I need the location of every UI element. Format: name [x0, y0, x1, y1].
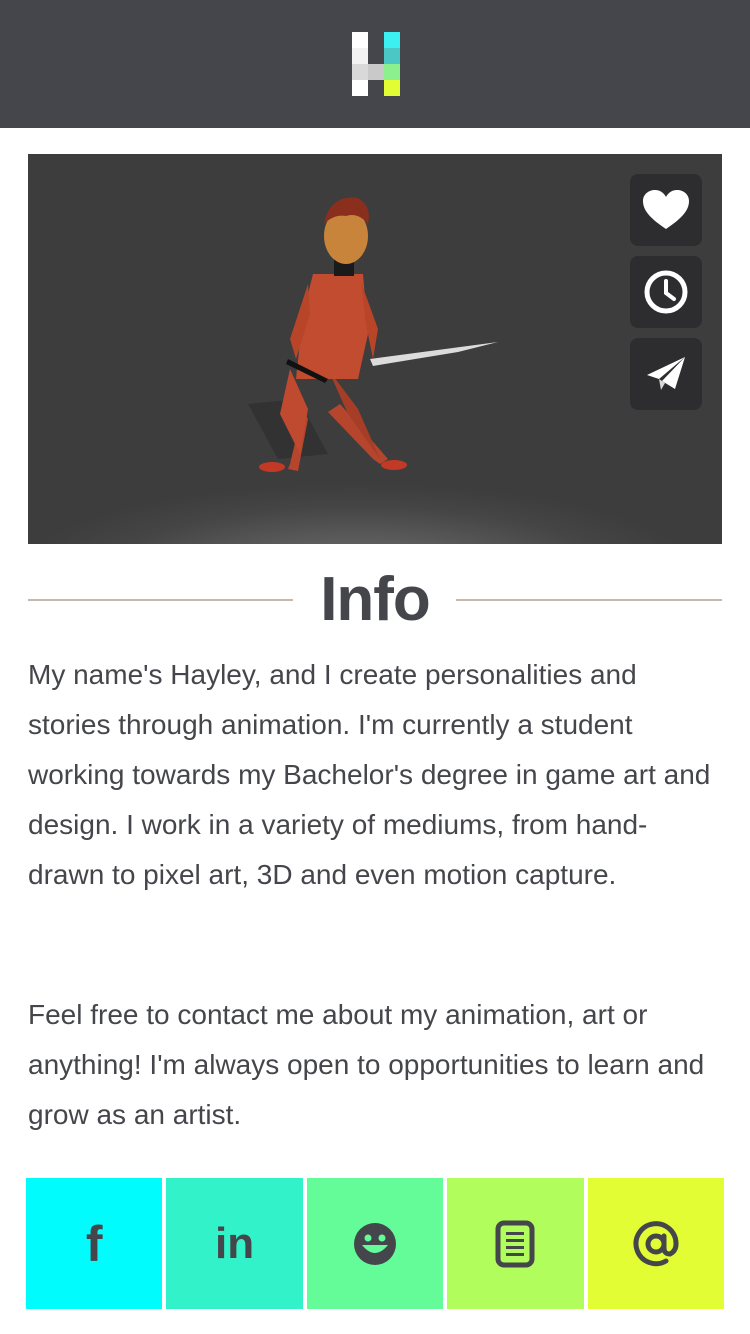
animated-character-with-sword: [248, 197, 498, 472]
email-link[interactable]: [587, 1178, 725, 1309]
facebook-icon: f: [85, 1215, 103, 1272]
divider-right: [456, 599, 722, 601]
social-links-bar: f in: [26, 1178, 725, 1309]
resume-link[interactable]: [447, 1178, 584, 1309]
contact-paragraph: Feel free to contact me about my animati…: [28, 999, 705, 1130]
featured-animation[interactable]: [28, 154, 722, 544]
linkedin-icon: in: [215, 1218, 255, 1268]
facebook-link[interactable]: f: [26, 1178, 163, 1309]
paper-plane-icon: [647, 357, 685, 390]
share-button[interactable]: [630, 338, 702, 410]
like-button[interactable]: [630, 174, 702, 246]
info-section-heading: Info: [28, 565, 722, 635]
site-header: [0, 0, 750, 128]
bio-paragraph: My name's Hayley, and I create personali…: [28, 659, 711, 890]
portfolio-link[interactable]: [306, 1178, 444, 1309]
at-sign-icon: [633, 1220, 679, 1266]
smiley-icon: [354, 1222, 397, 1265]
watch-later-button[interactable]: [630, 256, 702, 328]
clock-icon: [644, 270, 688, 314]
linkedin-link[interactable]: in: [166, 1178, 303, 1309]
heart-icon: [643, 190, 689, 229]
pixel-h-logo-icon[interactable]: [352, 32, 400, 96]
document-icon: [495, 1220, 535, 1267]
